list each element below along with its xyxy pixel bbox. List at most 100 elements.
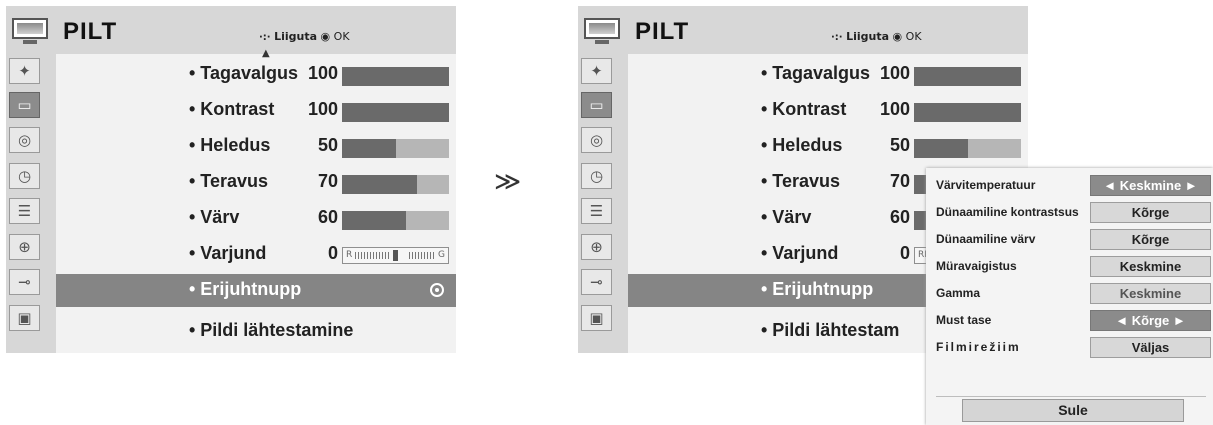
popup-row-film-mode[interactable]: Filmirežiim Väljas — [926, 335, 1213, 361]
scroll-up-icon[interactable]: ▲ — [262, 48, 270, 59]
hint-move-label: Liiguta — [846, 30, 890, 43]
input-plug-icon[interactable]: ⊸ — [581, 269, 612, 295]
hint-move-label: Liiguta — [274, 30, 318, 43]
item-label: • Tagavalgus — [761, 63, 871, 83]
menu-item-backlight[interactable]: • Tagavalgus 100 — [628, 59, 1028, 91]
level-bar[interactable] — [342, 67, 449, 86]
item-value: 100 — [879, 99, 910, 119]
menu-item-contrast[interactable]: • Kontrast 100 — [56, 95, 456, 127]
nav-hint: ·:· Liiguta ◉ OK — [831, 30, 922, 43]
menu-item-color[interactable]: • Värv 60 — [56, 203, 456, 235]
popup-row-value[interactable]: Keskmine — [1090, 256, 1211, 277]
menu-header: PILT ·:· Liiguta ◉ OK — [578, 6, 1028, 54]
options-icon[interactable]: ☰ — [581, 198, 612, 224]
popup-row-noise-reduction[interactable]: Müravaigistus Keskmine — [926, 254, 1213, 280]
menu-item-brightness[interactable]: • Heledus 50 — [628, 131, 1028, 163]
popup-row-dynamic-contrast[interactable]: Dünaamiline kontrastsus Kõrge — [926, 200, 1213, 226]
item-label: • Värv — [189, 207, 240, 227]
item-value: 0 — [327, 243, 338, 263]
move-arrows-icon: ·:· — [259, 32, 271, 43]
tv-icon — [12, 18, 48, 44]
transition-arrow-icon: ≫ — [494, 167, 522, 197]
level-bar[interactable] — [342, 139, 449, 158]
speaker-icon[interactable]: ◎ — [581, 127, 612, 153]
item-label: • Heledus — [189, 135, 271, 155]
item-label: • Varjund — [189, 243, 267, 263]
menu-item-contrast[interactable]: • Kontrast 100 — [628, 95, 1028, 127]
popup-row-value[interactable]: Väljas — [1090, 337, 1211, 358]
popup-row-value[interactable]: ◄ Keskmine ► — [1090, 175, 1211, 196]
menu-item-picture-reset[interactable]: • Pildi lähtestamine — [56, 316, 456, 348]
level-bar[interactable] — [914, 139, 1021, 158]
level-bar[interactable] — [342, 103, 449, 122]
satellite-icon[interactable]: ✦ — [9, 58, 40, 84]
menu-item-tint[interactable]: • Varjund 0 R G — [56, 239, 456, 271]
lock-icon[interactable]: ⊕ — [9, 234, 40, 260]
item-label: • Erijuhtnupp — [189, 279, 302, 299]
popup-row-label: Müravaigistus — [936, 259, 1017, 273]
item-value: 100 — [307, 63, 338, 83]
popup-row-label: Dünaamiline kontrastsus — [936, 205, 1079, 219]
popup-row-label: Filmirežiim — [936, 340, 1021, 354]
clock-icon[interactable]: ◷ — [581, 163, 612, 189]
picture-category-icon[interactable]: ▭ — [581, 92, 612, 118]
popup-row-label: Gamma — [936, 286, 981, 300]
level-bar[interactable] — [914, 67, 1021, 86]
item-value: 60 — [889, 207, 910, 227]
item-value: 0 — [899, 243, 910, 263]
popup-row-color-temperature[interactable]: Värvitemperatuur ◄ Keskmine ► — [926, 173, 1213, 199]
ok-select-icon — [430, 283, 444, 297]
popup-divider — [936, 396, 1206, 397]
menu-body: ▲ • Tagavalgus 100 • Kontrast 100 • Hele… — [56, 48, 456, 353]
popup-row-value[interactable]: Kõrge — [1090, 229, 1211, 250]
category-sidebar: ✦ ▭ ◎ ◷ ☰ ⊕ ⊸ ▣ — [578, 54, 628, 353]
hint-ok-label: OK — [905, 30, 922, 43]
tint-slider[interactable]: R G — [342, 247, 449, 264]
satellite-icon[interactable]: ✦ — [581, 58, 612, 84]
menu-item-expert-control[interactable]: • Erijuhtnupp — [56, 274, 456, 307]
item-label: • Pildi lähtestamine — [189, 320, 354, 340]
level-bar[interactable] — [914, 103, 1021, 122]
item-label: • Kontrast — [761, 99, 847, 119]
hint-ok-label: OK — [333, 30, 350, 43]
menu-item-sharpness[interactable]: • Teravus 70 — [56, 167, 456, 199]
popup-row-dynamic-color[interactable]: Dünaamiline värv Kõrge — [926, 227, 1213, 253]
level-bar[interactable] — [342, 175, 449, 194]
item-value: 60 — [317, 207, 338, 227]
popup-row-value[interactable]: Keskmine — [1090, 283, 1211, 304]
speaker-icon[interactable]: ◎ — [9, 127, 40, 153]
popup-row-label: Värvitemperatuur — [936, 178, 1036, 192]
item-value: 50 — [889, 135, 910, 155]
input-plug-icon[interactable]: ⊸ — [9, 269, 40, 295]
options-icon[interactable]: ☰ — [9, 198, 40, 224]
item-value: 70 — [317, 171, 338, 191]
tint-red-label: R — [346, 250, 353, 260]
close-button[interactable]: Sule — [962, 399, 1184, 422]
tint-handle[interactable] — [393, 250, 398, 261]
menu-header: PILT ·:· Liiguta ◉ OK — [6, 6, 456, 54]
popup-row-gamma[interactable]: Gamma Keskmine — [926, 281, 1213, 307]
lock-icon[interactable]: ⊕ — [581, 234, 612, 260]
photo-icon[interactable]: ▣ — [9, 305, 40, 331]
menu-item-brightness[interactable]: • Heledus 50 — [56, 131, 456, 163]
item-value: 50 — [317, 135, 338, 155]
item-label: • Heledus — [761, 135, 843, 155]
popup-row-label: Dünaamiline värv — [936, 232, 1036, 246]
item-label: • Tagavalgus — [189, 63, 299, 83]
photo-icon[interactable]: ▣ — [581, 305, 612, 331]
popup-row-value[interactable]: Kõrge — [1090, 202, 1211, 223]
level-bar[interactable] — [342, 211, 449, 230]
tv-icon — [584, 18, 620, 44]
item-value: 100 — [307, 99, 338, 119]
popup-row-black-level[interactable]: Must tase ◄ Kõrge ► — [926, 308, 1213, 334]
item-label: • Kontrast — [189, 99, 275, 119]
ok-icon: ◉ — [892, 30, 903, 43]
clock-icon[interactable]: ◷ — [9, 163, 40, 189]
item-label: • Varjund — [761, 243, 839, 263]
menu-item-backlight[interactable]: • Tagavalgus 100 — [56, 59, 456, 91]
item-label: • Pildi lähtestam — [761, 320, 900, 340]
menu-title: PILT — [63, 18, 118, 45]
item-value: 100 — [879, 63, 910, 83]
picture-category-icon[interactable]: ▭ — [9, 92, 40, 118]
popup-row-value[interactable]: ◄ Kõrge ► — [1090, 310, 1211, 331]
